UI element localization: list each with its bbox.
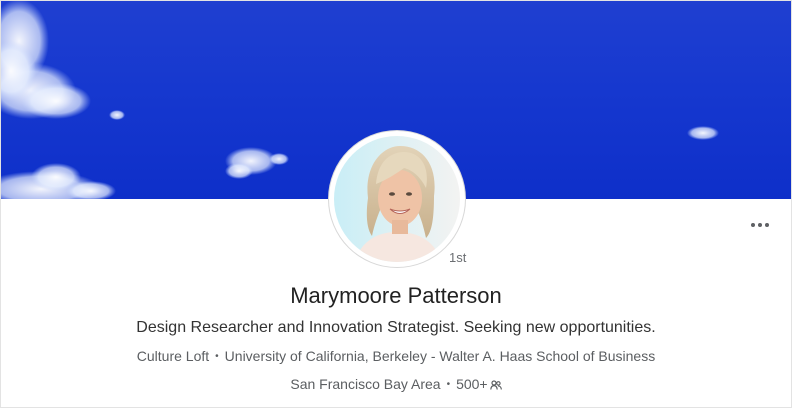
separator: • [215,351,219,362]
profile-name: Marymoore Patterson [290,283,502,308]
connections-link[interactable]: 500+ [456,376,502,392]
connections-count: 500+ [456,376,488,392]
people-icon [489,380,502,390]
connection-degree-badge: 1st [449,250,467,265]
education-link[interactable]: University of California, Berkeley - Wal… [225,348,656,364]
more-options-button[interactable] [747,215,773,235]
more-horizontal-icon-dot [765,223,769,227]
profile-headline: Design Researcher and Innovation Strateg… [136,319,656,336]
profile-affiliations: Culture Loft • University of California, B… [1,348,791,364]
profile-location: San Francisco Bay Area [290,376,441,392]
more-horizontal-icon [751,223,755,227]
profile-card: 1st Marymoore Patterson Design Researche… [0,0,792,408]
profile-location-row: San Francisco Bay Area • 500+ [1,376,791,392]
current-company-link[interactable]: Culture Loft [137,348,209,364]
avatar[interactable] [334,136,460,262]
separator: • [446,379,451,390]
profile-photo [334,136,460,262]
avatar-frame [329,131,465,267]
more-horizontal-icon-dot [758,223,762,227]
